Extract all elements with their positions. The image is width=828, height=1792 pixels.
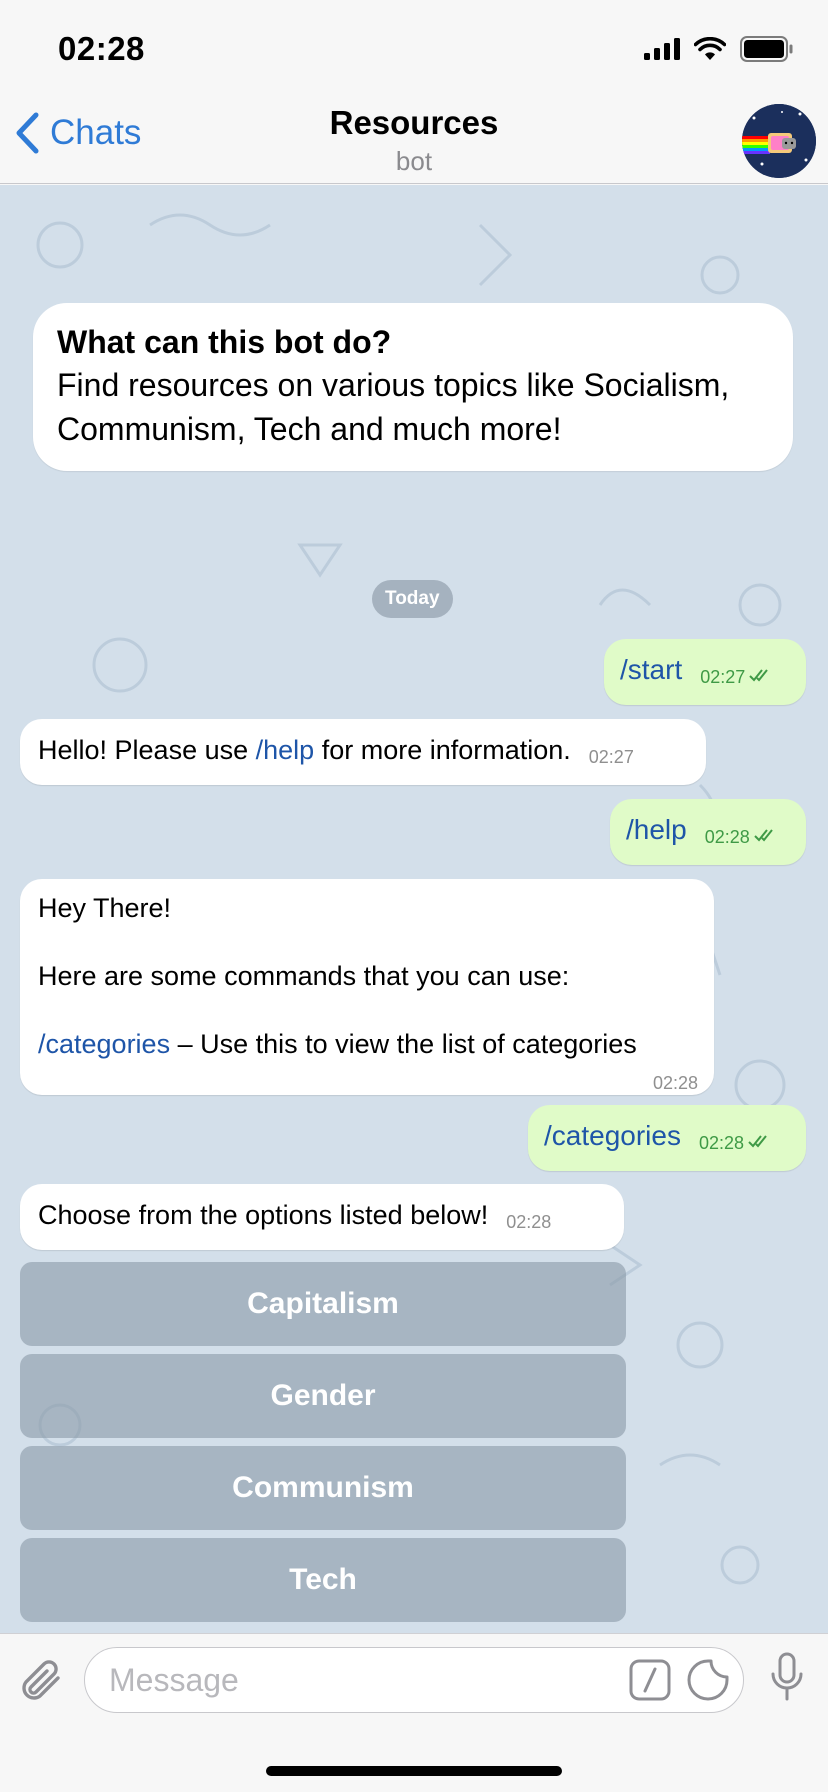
message-text-part: for more information. [314, 735, 571, 765]
bot-intro-card: What can this bot do? Find resources on … [33, 303, 793, 471]
home-indicator [266, 1766, 562, 1776]
signal-icon [644, 38, 680, 60]
sticker-icon[interactable] [687, 1659, 729, 1701]
avatar-image-icon [742, 104, 816, 178]
message-time: 02:28 [652, 1073, 698, 1093]
command-icon[interactable] [629, 1659, 671, 1701]
status-bar: 02:28 [0, 0, 828, 90]
avatar[interactable] [742, 104, 816, 178]
message-outgoing[interactable]: /help 02:28 [610, 799, 806, 865]
double-check-icon [748, 1135, 767, 1148]
bot-intro-text: Find resources on various topics like So… [57, 367, 730, 447]
message-line: Here are some commands that you can use: [38, 961, 570, 991]
command-link[interactable]: /categories [38, 1029, 170, 1059]
bot-intro-title: What can this bot do? [57, 324, 392, 360]
message-text: /categories [544, 1120, 681, 1151]
attach-icon[interactable] [20, 1658, 66, 1704]
nav-bar: Chats Resources bot [0, 90, 828, 184]
message-time: 02:28 [506, 1212, 552, 1232]
message-time: 02:27 [588, 747, 634, 767]
message-text-part: – Use this to view the list of categorie… [170, 1029, 637, 1059]
command-link[interactable]: /help [256, 735, 315, 765]
message-input[interactable]: Message [84, 1647, 744, 1713]
message-text-part: Hello! Please use [38, 735, 256, 765]
message-placeholder: Message [109, 1662, 239, 1698]
status-icons [644, 36, 794, 62]
chat-subtitle: bot [395, 146, 433, 176]
keyboard-button-tech[interactable]: Tech [20, 1538, 626, 1622]
double-check-icon [754, 829, 773, 842]
message-outgoing[interactable]: /categories 02:28 [528, 1105, 806, 1171]
chat-area[interactable]: What can this bot do? Find resources on … [0, 185, 828, 1633]
message-line: Hey There! [38, 893, 172, 923]
status-time: 02:28 [58, 30, 145, 67]
message-text: /help [626, 814, 687, 845]
message-text: Choose from the options listed below! [38, 1200, 489, 1230]
message-time: 02:27 [700, 667, 746, 687]
double-check-icon [749, 669, 769, 682]
chat-title: Resources [329, 104, 499, 141]
message-incoming[interactable]: Choose from the options listed below! 02:… [20, 1184, 624, 1250]
microphone-icon[interactable] [770, 1652, 804, 1702]
battery-icon [740, 36, 793, 62]
message-outgoing[interactable]: /start 02:27 [604, 639, 806, 705]
message-time: 02:28 [704, 827, 750, 847]
message-incoming[interactable]: Hello! Please use /help for more informa… [20, 719, 706, 785]
keyboard-button-communism[interactable]: Communism [20, 1446, 626, 1530]
wifi-icon [694, 37, 726, 60]
message-time: 02:28 [698, 1133, 745, 1153]
chat-header[interactable]: Resources bot [0, 104, 828, 177]
message-text: /start [620, 654, 683, 685]
keyboard-button-gender[interactable]: Gender [20, 1354, 626, 1438]
message-incoming[interactable]: Hey There! Here are some commands that y… [20, 879, 714, 1095]
date-separator: Today [372, 580, 453, 618]
keyboard-button-capitalism[interactable]: Capitalism [20, 1262, 626, 1346]
